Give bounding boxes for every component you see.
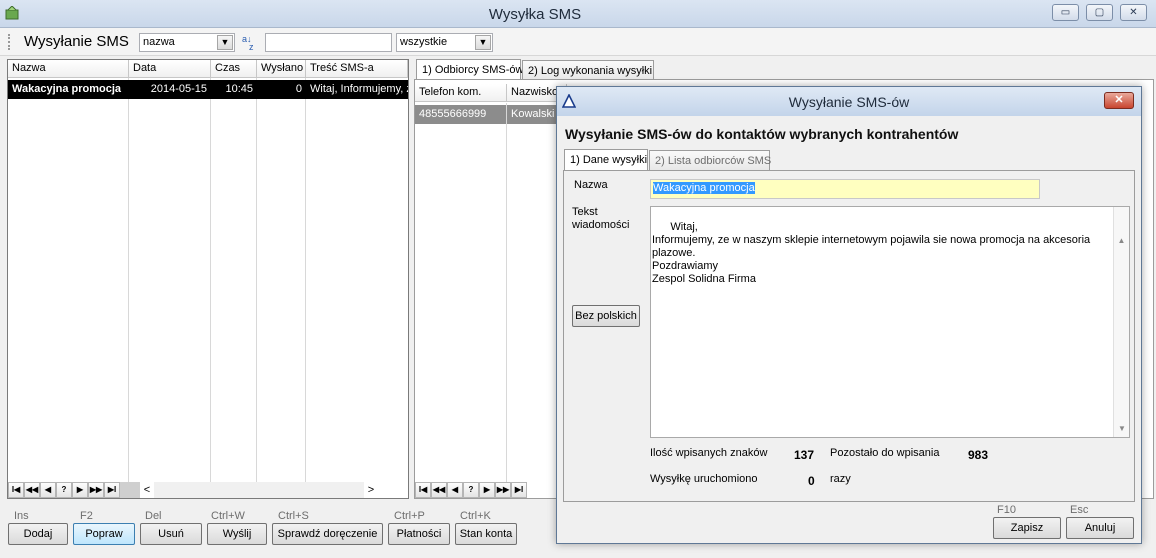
column-header-data[interactable]: Data [129,60,211,78]
chars-count-value: 137 [794,448,815,462]
nav-search-button[interactable]: ? [463,482,479,498]
tab-lista-odbiorcow[interactable]: 2) Lista odbiorców SMS [649,150,771,170]
nav-search-button[interactable]: ? [56,482,72,498]
add-button[interactable]: Dodaj [8,523,68,545]
nav-first-button[interactable]: I◀ [8,482,24,498]
scrollbar-thumb[interactable] [120,482,140,498]
minimize-button[interactable]: ▭ [1052,4,1079,21]
column-header-wyslano[interactable]: Wysłano [257,60,306,78]
save-button[interactable]: Zapisz [993,517,1061,539]
no-polish-chars-button[interactable]: Bez polskich [572,305,640,327]
sort-field-value: nazwa [143,36,175,48]
key-hint-f2: F2 [80,510,93,522]
remaining-value: 983 [968,448,989,462]
maximize-button[interactable]: ▢ [1086,4,1113,21]
nav-next-button[interactable]: ▶ [479,482,495,498]
column-header-czas[interactable]: Czas [211,60,257,78]
name-label: Nazwa [574,179,608,191]
row-nazwa: Wakacyjna promocja [12,83,122,95]
toolbar-title: Wysyłanie SMS [24,33,129,50]
key-hint-ins: Ins [14,510,29,522]
scroll-left-arrow[interactable]: < [140,482,154,498]
edit-button[interactable]: Popraw [73,523,135,545]
name-field[interactable]: Wakacyjna promocja [650,179,1040,199]
dialog-titlebar: Wysyłanie SMS-ów ✕ [557,87,1141,116]
nav-prev-button[interactable]: ◀ [40,482,56,498]
key-hint-ctrl-k: Ctrl+K [460,510,491,522]
column-header-telefon[interactable]: Telefon kom. [415,84,507,102]
filter-combo[interactable]: wszystkie ▼ [396,33,493,52]
row-czas: 10:45 [225,83,253,95]
column-divider [305,78,306,482]
runs-value: 0 [808,474,815,488]
chevron-down-icon[interactable]: ▼ [475,35,491,50]
message-text: Witaj, Informujemy, ze w naszym sklepie … [652,221,1091,285]
column-divider [506,103,507,482]
filter-value: wszystkie [400,36,448,48]
window-title: Wysyłka SMS [488,6,582,23]
horizontal-scrollbar[interactable] [154,482,364,498]
row-tresc: Witaj, Informujemy, ze [310,83,408,95]
column-divider [210,78,211,482]
key-hint-ctrl-p: Ctrl+P [394,510,425,522]
column-divider [256,78,257,482]
nav-next-page-button[interactable]: ▶▶ [495,482,511,498]
runs-label: Wysyłkę uruchomiono [650,473,758,485]
runs-unit: razy [830,473,851,485]
chevron-down-icon[interactable]: ▼ [1114,422,1130,435]
nav-first-button[interactable]: I◀ [415,482,431,498]
key-hint-ctrl-s: Ctrl+S [278,510,309,522]
column-header-tresc[interactable]: Treść SMS-a [306,60,408,78]
column-header-nazwa[interactable]: Nazwa [8,60,129,78]
dialog-tab-panel: Nazwa Wakacyjna promocja Tekst wiadomośc… [563,170,1135,502]
tab-dane-wysylki[interactable]: 1) Dane wysyłki [564,149,648,170]
toolbar-grip[interactable] [8,34,11,50]
record-navigator: I◀ ◀◀ ◀ ? ▶ ▶▶ ▶I < > [8,482,378,498]
row-data: 2014-05-15 [150,83,207,95]
scroll-right-arrow[interactable]: > [364,482,378,498]
key-hint-esc: Esc [1070,504,1089,516]
send-button[interactable]: Wyślij [207,523,267,545]
chevron-down-icon[interactable]: ▼ [217,35,233,50]
nav-next-page-button[interactable]: ▶▶ [88,482,104,498]
sms-list-grid[interactable]: Nazwa Data Czas Wysłano Treść SMS-a Waka… [7,59,409,499]
dialog-title: Wysyłanie SMS-ów [788,94,910,110]
account-balance-button[interactable]: Stan konta [455,523,517,545]
payments-button[interactable]: Płatności [388,523,450,545]
key-hint-del: Del [145,510,162,522]
dialog-heading: Wysyłanie SMS-ów do kontaktów wybranych … [565,126,959,142]
message-label: Tekst wiadomości [572,206,630,231]
key-hint-f10: F10 [997,504,1016,516]
tab-log[interactable]: 2) Log wykonania wysyłki [522,60,654,80]
close-button[interactable]: ✕ [1120,4,1147,21]
vertical-scrollbar[interactable]: ▲ ▼ [1113,207,1129,437]
sort-field-combo[interactable]: nazwa ▼ [139,33,235,52]
chars-count-label: Ilość wpisanych znaków [650,447,768,459]
delete-button[interactable]: Usuń [140,523,202,545]
chevron-up-icon[interactable]: ▲ [1114,234,1129,247]
cancel-button[interactable]: Anuluj [1066,517,1134,539]
send-sms-dialog: Wysyłanie SMS-ów ✕ Wysyłanie SMS-ów do k… [556,86,1142,544]
search-input[interactable] [265,33,392,52]
column-divider [128,78,129,482]
nav-next-button[interactable]: ▶ [72,482,88,498]
row-wyslano: 0 [295,83,302,95]
row-telefon: 48555666999 [419,108,487,120]
name-field-value: Wakacyjna promocja [653,182,755,194]
nav-last-button[interactable]: ▶I [511,482,527,498]
remaining-label: Pozostało do wpisania [830,447,940,459]
sort-order-icon[interactable]: a↓ z [242,35,260,52]
key-hint-ctrl-w: Ctrl+W [211,510,245,522]
message-textarea[interactable]: Witaj, Informujemy, ze w naszym sklepie … [650,206,1130,438]
window-titlebar: Wysyłka SMS ▭ ▢ ✕ [0,0,1156,28]
nav-prev-page-button[interactable]: ◀◀ [431,482,447,498]
check-delivery-button[interactable]: Sprawdź doręczenie [272,523,383,545]
recipients-navigator: I◀ ◀◀ ◀ ? ▶ ▶▶ ▶I [415,482,527,498]
dialog-close-button[interactable]: ✕ [1104,92,1134,109]
nav-last-button[interactable]: ▶I [104,482,120,498]
nav-prev-button[interactable]: ◀ [447,482,463,498]
tab-odbiorcy[interactable]: 1) Odbiorcy SMS-ów [416,59,523,80]
nav-prev-page-button[interactable]: ◀◀ [24,482,40,498]
